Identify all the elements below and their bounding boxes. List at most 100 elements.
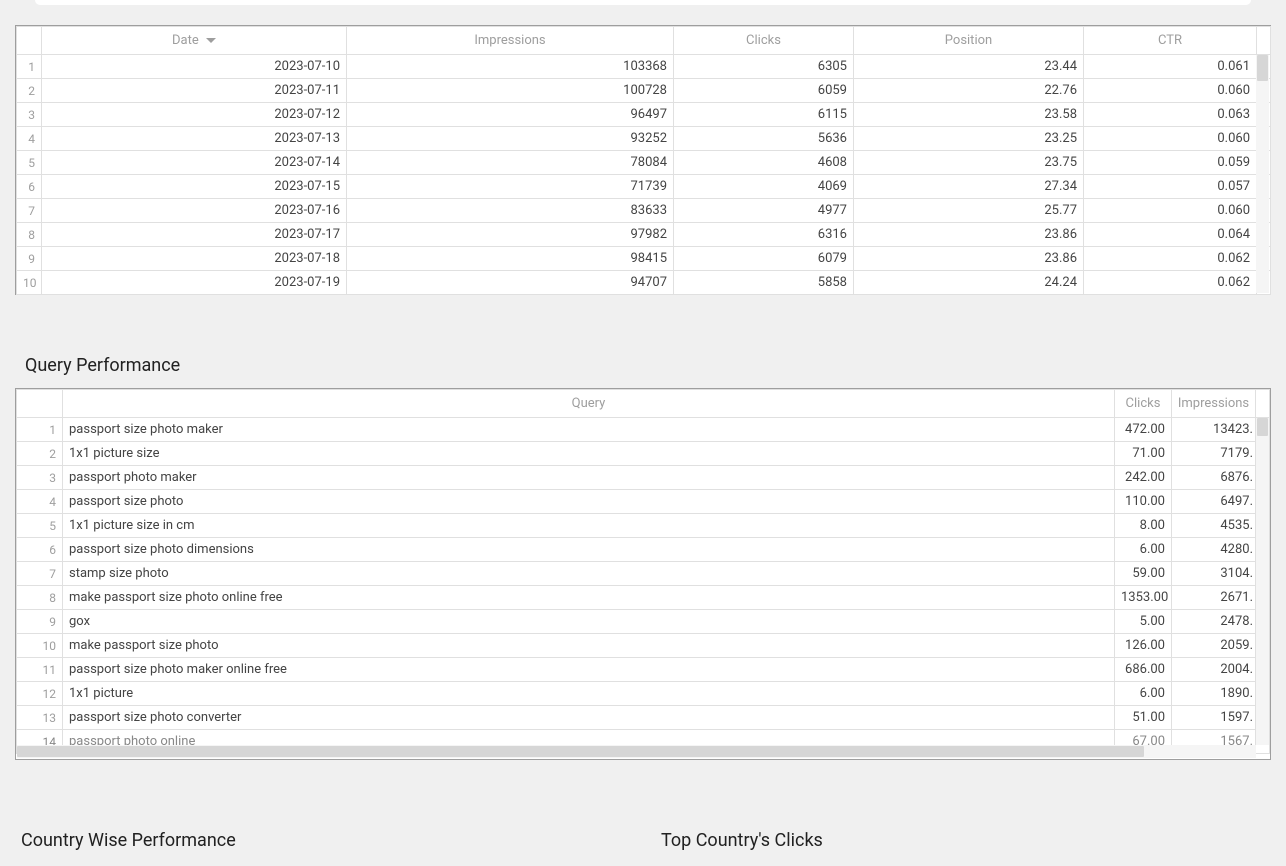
cell-query: stamp size photo — [63, 562, 1115, 586]
horizontal-scrollbar[interactable] — [17, 745, 1256, 758]
cell: 2023-07-17 — [42, 223, 347, 247]
cell-query: passport size photo converter — [63, 706, 1115, 730]
cell-impressions: 2004. — [1172, 658, 1256, 682]
cell: 97982 — [347, 223, 674, 247]
cell-query: 1x1 picture size in cm — [63, 514, 1115, 538]
col-date[interactable]: Date — [42, 27, 347, 55]
cell-clicks: 242.00 — [1115, 466, 1172, 490]
cell: 6305 — [674, 55, 854, 79]
table-row[interactable]: 102023-07-1994707585824.240.062 — [17, 271, 1271, 295]
query-performance-title: Query Performance — [25, 355, 1271, 376]
cell: 94707 — [347, 271, 674, 295]
cell-query: gox — [63, 610, 1115, 634]
cell-clicks: 5.00 — [1115, 610, 1172, 634]
cell: 23.86 — [854, 247, 1084, 271]
cell-query: passport size photo maker online free — [63, 658, 1115, 682]
cell: 2023-07-10 — [42, 55, 347, 79]
table-row[interactable]: 42023-07-1393252563623.250.060 — [17, 127, 1271, 151]
cell: 0.061 — [1084, 55, 1257, 79]
scroll-gutter — [1256, 390, 1270, 418]
table-row[interactable]: 82023-07-1797982631623.860.064 — [17, 223, 1271, 247]
table-row[interactable]: 121x1 picture6.001890. — [17, 682, 1270, 706]
cell: 4608 — [674, 151, 854, 175]
row-number: 8 — [17, 586, 63, 610]
table-row[interactable]: 6passport size photo dimensions6.004280. — [17, 538, 1270, 562]
cell-clicks: 126.00 — [1115, 634, 1172, 658]
table-row[interactable]: 9gox5.002478. — [17, 610, 1270, 634]
row-number: 5 — [17, 151, 42, 175]
vertical-scrollbar[interactable] — [1256, 55, 1269, 293]
cell-impressions: 6876. — [1172, 466, 1256, 490]
table-row[interactable]: 3passport photo maker242.006876. — [17, 466, 1270, 490]
cell: 2023-07-12 — [42, 103, 347, 127]
col-impressions[interactable]: Impressions — [1172, 390, 1256, 418]
cell: 6059 — [674, 79, 854, 103]
table-row[interactable]: 72023-07-1683633497725.770.060 — [17, 199, 1271, 223]
row-number: 11 — [17, 658, 63, 682]
scroll-thumb[interactable] — [1257, 418, 1268, 436]
cell: 2023-07-11 — [42, 79, 347, 103]
col-clicks[interactable]: Clicks — [674, 27, 854, 55]
cell-impressions: 6497. — [1172, 490, 1256, 514]
table-row[interactable]: 11passport size photo maker online free6… — [17, 658, 1270, 682]
cell: 0.062 — [1084, 247, 1257, 271]
table-row[interactable]: 51x1 picture size in cm8.004535. — [17, 514, 1270, 538]
table-row[interactable]: 10make passport size photo126.002059. — [17, 634, 1270, 658]
cell-impressions: 13423. — [1172, 418, 1256, 442]
table-row[interactable]: 12023-07-10103368630523.440.061 — [17, 55, 1271, 79]
table-row[interactable]: 62023-07-1571739406927.340.057 — [17, 175, 1271, 199]
query-performance-table-wrap: Query Clicks Impressions 1 passport size … — [15, 388, 1271, 760]
cell-query: passport size photo dimensions — [63, 538, 1115, 562]
col-query[interactable]: Query — [63, 390, 1115, 418]
scroll-thumb[interactable] — [17, 746, 1144, 757]
table-row[interactable]: 52023-07-1478084460823.750.059 — [17, 151, 1271, 175]
cell-query: passport size photo — [63, 490, 1115, 514]
table-row[interactable]: 8make passport size photo online free135… — [17, 586, 1270, 610]
header-row: Date Impressions Clicks Position CTR — [17, 27, 1271, 55]
row-number: 2 — [17, 79, 42, 103]
cell-impressions: 1597. — [1172, 706, 1256, 730]
cell: 78084 — [347, 151, 674, 175]
col-ctr[interactable]: CTR — [1084, 27, 1257, 55]
table-row[interactable]: 21x1 picture size71.007179. — [17, 442, 1270, 466]
cell: 4977 — [674, 199, 854, 223]
row-number: 5 — [17, 514, 63, 538]
cell-clicks: 472.00 — [1115, 418, 1172, 442]
header-row: Query Clicks Impressions — [17, 390, 1270, 418]
vertical-scrollbar[interactable] — [1256, 418, 1269, 745]
row-number: 6 — [17, 538, 63, 562]
cell-impressions: 3104. — [1172, 562, 1256, 586]
cell-impressions: 4280. — [1172, 538, 1256, 562]
date-performance-table[interactable]: Date Impressions Clicks Position CTR 120… — [16, 26, 1271, 295]
row-number: 4 — [17, 127, 42, 151]
query-performance-table[interactable]: Query Clicks Impressions 1 passport size … — [16, 389, 1270, 754]
cell-query: make passport size photo online free — [63, 586, 1115, 610]
scroll-thumb[interactable] — [1257, 55, 1268, 81]
cell-clicks: 8.00 — [1115, 514, 1172, 538]
table-row[interactable]: 13passport size photo converter51.001597… — [17, 706, 1270, 730]
row-number: 12 — [17, 682, 63, 706]
sort-desc-icon — [206, 38, 216, 43]
table-row[interactable]: 32023-07-1296497611523.580.063 — [17, 103, 1271, 127]
table-row[interactable]: 7stamp size photo59.003104. — [17, 562, 1270, 586]
col-clicks[interactable]: Clicks — [1115, 390, 1172, 418]
row-number: 1 — [17, 418, 63, 442]
col-impressions[interactable]: Impressions — [347, 27, 674, 55]
cell: 23.58 — [854, 103, 1084, 127]
col-position[interactable]: Position — [854, 27, 1084, 55]
rownum-header — [17, 390, 63, 418]
table-row[interactable]: 92023-07-1898415607923.860.062 — [17, 247, 1271, 271]
cell: 23.44 — [854, 55, 1084, 79]
table-row[interactable]: 1passport size photo maker472.0013423. — [17, 418, 1270, 442]
cell: 98415 — [347, 247, 674, 271]
top-country-clicks-title: Top Country's Clicks — [661, 830, 1271, 851]
card-top-edge — [35, 0, 1251, 5]
table-row[interactable]: 4passport size photo110.006497. — [17, 490, 1270, 514]
row-number: 3 — [17, 466, 63, 490]
cell: 27.34 — [854, 175, 1084, 199]
cell-query: make passport size photo — [63, 634, 1115, 658]
table-row[interactable]: 22023-07-11100728605922.760.060 — [17, 79, 1271, 103]
row-number: 3 — [17, 103, 42, 127]
row-number: 6 — [17, 175, 42, 199]
cell: 0.057 — [1084, 175, 1257, 199]
